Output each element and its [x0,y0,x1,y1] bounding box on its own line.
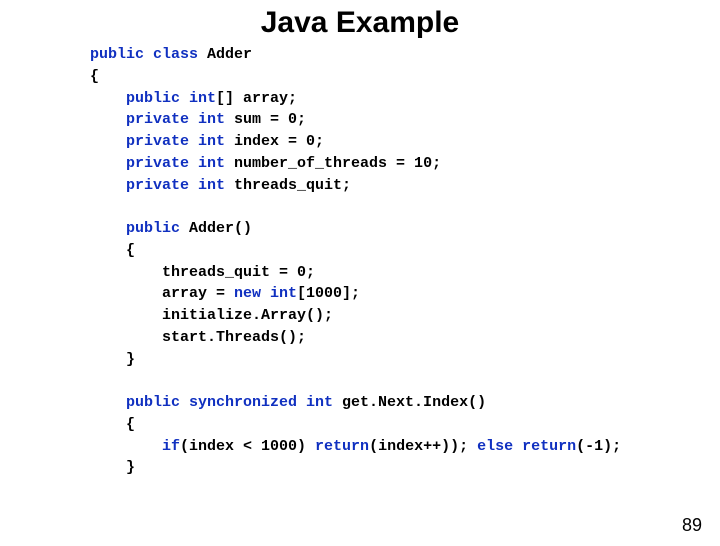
code-token: } [90,459,135,476]
page-title: Java Example [0,6,720,40]
code-token: { [90,242,135,259]
code-token: Adder [198,46,252,63]
code-token: public class [90,46,198,63]
code-token: return [315,438,369,455]
code-token: { [90,68,99,85]
code-token: private int [90,155,225,172]
code-token: (index++)); [369,438,477,455]
code-token: if [90,438,180,455]
code-token: threads_quit; [225,177,351,194]
code-token: start.Threads(); [90,329,306,346]
page-number: 89 [682,515,702,536]
code-token: threads_quit = 0; [90,264,315,281]
code-token: Adder() [180,220,252,237]
code-token: else return [477,438,576,455]
code-token: public [90,220,180,237]
code-token: } [90,351,135,368]
code-token: public int [90,90,216,107]
code-token: [1000]; [297,285,360,302]
code-token: [] array; [216,90,297,107]
code-token: number_of_threads = 10; [225,155,441,172]
code-token: private int [90,177,225,194]
code-token: (index < 1000) [180,438,315,455]
code-token: new int [234,285,297,302]
code-token: private int [90,133,225,150]
code-token: index = 0; [225,133,324,150]
code-block: public class Adder { public int[] array;… [90,44,720,479]
code-token: sum = 0; [225,111,306,128]
code-token: { [90,416,135,433]
code-token: initialize.Array(); [90,307,333,324]
code-token: get.Next.Index() [333,394,486,411]
code-token: array = [90,285,234,302]
code-token: private int [90,111,225,128]
code-token: (-1); [576,438,621,455]
code-token: public synchronized int [90,394,333,411]
